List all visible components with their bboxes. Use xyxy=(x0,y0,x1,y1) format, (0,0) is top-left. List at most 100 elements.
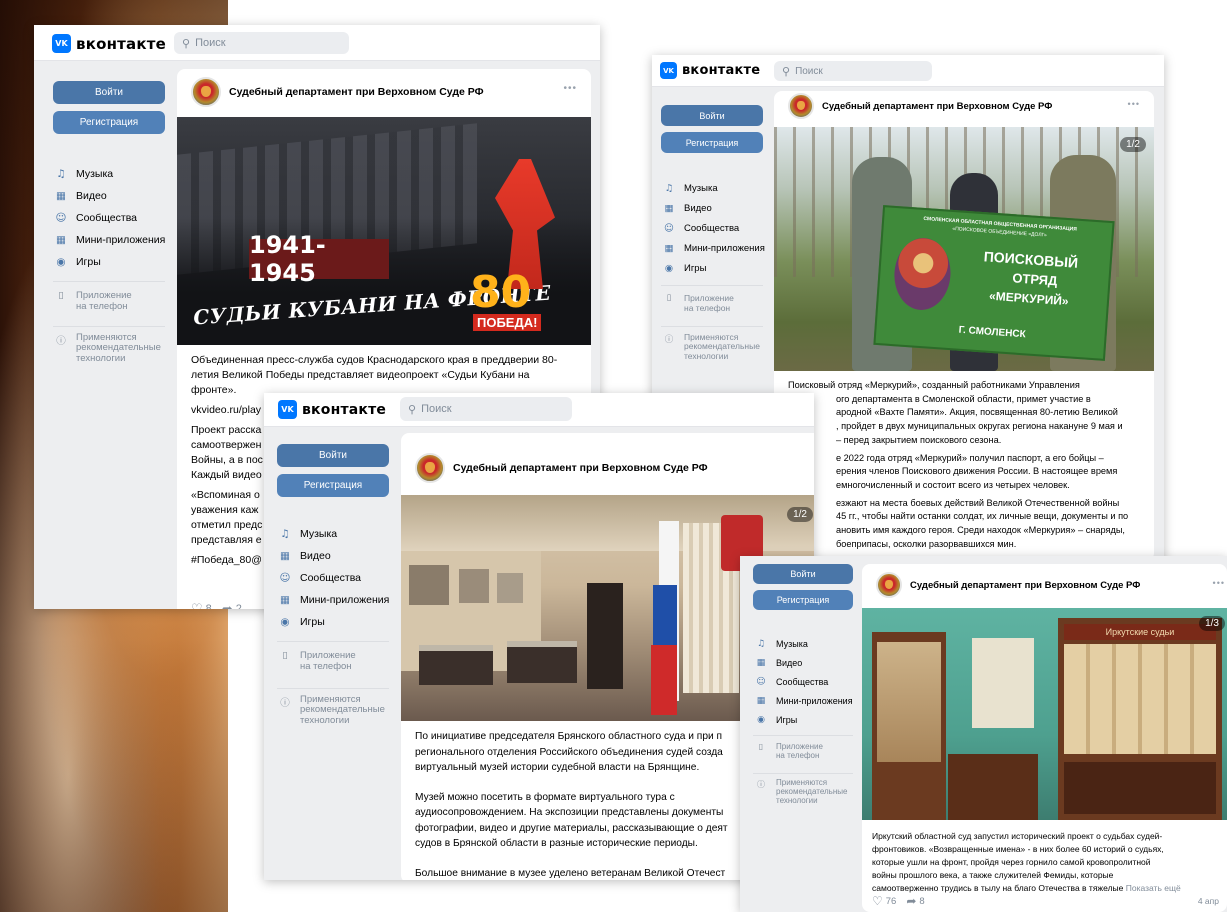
menu-communities[interactable]: ☺ Сообщества xyxy=(661,218,765,238)
miniapps-icon: ▦ xyxy=(280,594,290,606)
vk-logo-icon: VK xyxy=(278,400,297,419)
more-icon[interactable]: ••• xyxy=(1128,99,1140,109)
years-banner: 1941-1945 xyxy=(249,231,389,287)
menu-communities[interactable]: ☺ Сообщества xyxy=(753,672,853,691)
show-more-link[interactable]: Показать ещё xyxy=(1126,883,1181,893)
menu-app-link[interactable]: ▯ Приложение на телефон xyxy=(753,742,853,770)
showcase-center xyxy=(948,754,1038,820)
login-button[interactable]: Войти xyxy=(53,81,165,104)
phone-icon: ▯ xyxy=(282,650,288,661)
search-input[interactable]: ⚲ Поиск xyxy=(400,397,572,421)
menu-app-link[interactable]: ▯ Приложение на телефон xyxy=(53,290,165,322)
more-icon[interactable]: ••• xyxy=(1213,578,1225,588)
app-link-2: на телефон xyxy=(300,661,352,672)
text-line: ерения членов Поискового движения России… xyxy=(836,466,1118,477)
menu-rec-tech[interactable]: ⓘ Применяются рекомендательные технологии xyxy=(53,332,165,364)
login-button[interactable]: Войти xyxy=(753,564,853,584)
page-name[interactable]: Судебный департамент при Верховном Суде … xyxy=(822,101,1052,112)
avatar[interactable] xyxy=(788,93,814,119)
menu-games[interactable]: ◉ Игры xyxy=(753,710,853,729)
search-input[interactable]: ⚲ Поиск xyxy=(774,61,932,81)
divider xyxy=(277,641,389,642)
menu-games[interactable]: ◉ Игры xyxy=(53,251,165,273)
menu-miniapps[interactable]: ▦ Мини-приложения xyxy=(53,229,165,251)
register-button[interactable]: Регистрация xyxy=(661,132,763,153)
menu-miniapps[interactable]: ▦ Мини-приложения xyxy=(661,238,765,258)
header: VK вконтакте ⚲ Поиск xyxy=(34,25,600,61)
rec-1: Применяются xyxy=(300,694,361,705)
menu-music[interactable]: ♫ Музыка xyxy=(753,634,853,653)
cabinet xyxy=(587,583,623,689)
more-icon[interactable]: ••• xyxy=(563,83,577,94)
menu-video[interactable]: ▦ Видео xyxy=(753,653,853,672)
screenshot-bryansk: VK вконтакте ⚲ Поиск Войти Регистрация ♫… xyxy=(264,393,814,880)
menu-rec-tech[interactable]: ⓘ Применяются рекомендательные технологии xyxy=(661,332,765,361)
menu-rec-tech[interactable]: ⓘ Применяются рекомендательные технологии xyxy=(753,778,853,805)
register-button[interactable]: Регистрация xyxy=(753,590,853,610)
video-icon: ▦ xyxy=(756,657,766,668)
app-link-1: Приложение xyxy=(76,290,132,301)
text-line: ановить имя каждого героя. Среди находок… xyxy=(836,525,1125,536)
divider xyxy=(661,285,763,286)
page-name[interactable]: Судебный департамент при Верховном Суде … xyxy=(229,86,484,98)
side-menu: ♫ Музыка ▦ Видео ☺ Сообщества ▦ Мини-приложе… xyxy=(53,163,165,364)
flag-text: ПОИСКОВЫЙ xyxy=(983,248,1079,271)
search-input[interactable]: ⚲ Поиск xyxy=(174,32,349,54)
post-image-smolensk[interactable]: СМОЛЕНСКАЯ ОБЛАСТНАЯ ОБЩЕСТВЕННАЯ ОРГАНИ… xyxy=(774,127,1154,371)
page-name[interactable]: Судебный департамент при Верховном Суде … xyxy=(453,462,708,474)
display-frame xyxy=(459,569,489,603)
rec-1: Применяются xyxy=(76,332,137,343)
menu-miniapps[interactable]: ▦ Мини-приложения xyxy=(277,589,389,611)
badge-pobeda: ПОБЕДА! xyxy=(473,314,542,331)
divider xyxy=(277,688,389,689)
text-line: Иркутский областной суд запустил историч… xyxy=(872,831,1163,841)
avatar[interactable] xyxy=(876,572,902,598)
post-header: Судебный департамент при Верховном Суде … xyxy=(788,93,1052,119)
rec-3: технологии xyxy=(300,714,350,726)
register-button[interactable]: Регистрация xyxy=(277,474,389,497)
text-line: 45 гг., чтобы найти останки солдат, их л… xyxy=(836,511,1129,522)
menu-video[interactable]: ▦ Видео xyxy=(661,198,765,218)
post-image-kuban[interactable]: 1941-1945 СУДЬИ КУБАНИ НА ФРОНТЕ 80 ПОБЕ… xyxy=(177,117,591,345)
showcase-left xyxy=(872,632,946,820)
menu-games[interactable]: ◉ Игры xyxy=(661,258,765,278)
menu-miniapps[interactable]: ▦ Мини-приложения xyxy=(753,691,853,710)
gamepad-icon: ◉ xyxy=(664,262,674,274)
login-button[interactable]: Войти xyxy=(277,444,389,467)
search-placeholder: Поиск xyxy=(795,65,823,77)
menu-rec-tech[interactable]: ⓘ Применяются рекомендательные технологии xyxy=(277,694,389,726)
menu-music[interactable]: ♫ Музыка xyxy=(53,163,165,185)
music-icon: ♫ xyxy=(664,182,674,194)
green-flag: СМОЛЕНСКАЯ ОБЛАСТНАЯ ОБЩЕСТВЕННАЯ ОРГАНИ… xyxy=(873,205,1115,361)
menu-app-link[interactable]: ▯ Приложение на телефон xyxy=(661,293,765,323)
menu-video[interactable]: ▦ Видео xyxy=(277,545,389,567)
text-line-part: самоотверженно трудись в тылу на благо О… xyxy=(872,883,1124,893)
like-icon[interactable]: ♡ xyxy=(872,894,883,908)
login-button[interactable]: Войти xyxy=(661,105,763,126)
share-icon[interactable]: ➦ xyxy=(906,894,916,908)
menu-games[interactable]: ◉ Игры xyxy=(277,611,389,633)
post-image-irkutsk[interactable]: Иркутские судьи 1/3 xyxy=(862,608,1227,820)
vk-logo[interactable]: VK вконтакте xyxy=(278,400,386,419)
like-icon[interactable]: ♡ xyxy=(191,601,203,609)
avatar[interactable] xyxy=(415,453,445,483)
gamepad-icon: ◉ xyxy=(56,256,66,268)
share-icon[interactable]: ➦ xyxy=(222,601,233,609)
menu-video[interactable]: ▦ Видео xyxy=(53,185,165,207)
menu-communities[interactable]: ☺ Сообщества xyxy=(53,207,165,229)
divider xyxy=(753,735,853,736)
menu-music[interactable]: ♫ Музыка xyxy=(277,523,389,545)
menu-app-link[interactable]: ▯ Приложение на телефон xyxy=(277,650,389,684)
text-line: езжают на места боевых действий Великой … xyxy=(836,497,1120,508)
vk-logo[interactable]: VK вконтакте xyxy=(52,34,166,53)
register-button[interactable]: Регистрация xyxy=(53,111,165,134)
info-icon: ⓘ xyxy=(56,336,66,347)
vk-logo[interactable]: VK вконтакте xyxy=(660,62,760,79)
page-name[interactable]: Судебный департамент при Верховном Суде … xyxy=(910,580,1140,591)
avatar[interactable] xyxy=(191,77,221,107)
menu-communities[interactable]: ☺ Сообщества xyxy=(277,567,389,589)
menu-label: Игры xyxy=(300,616,325,628)
menu-music[interactable]: ♫ Музыка xyxy=(661,178,765,198)
vk-logo-icon: VK xyxy=(660,62,677,79)
info-icon: ⓘ xyxy=(664,335,674,345)
